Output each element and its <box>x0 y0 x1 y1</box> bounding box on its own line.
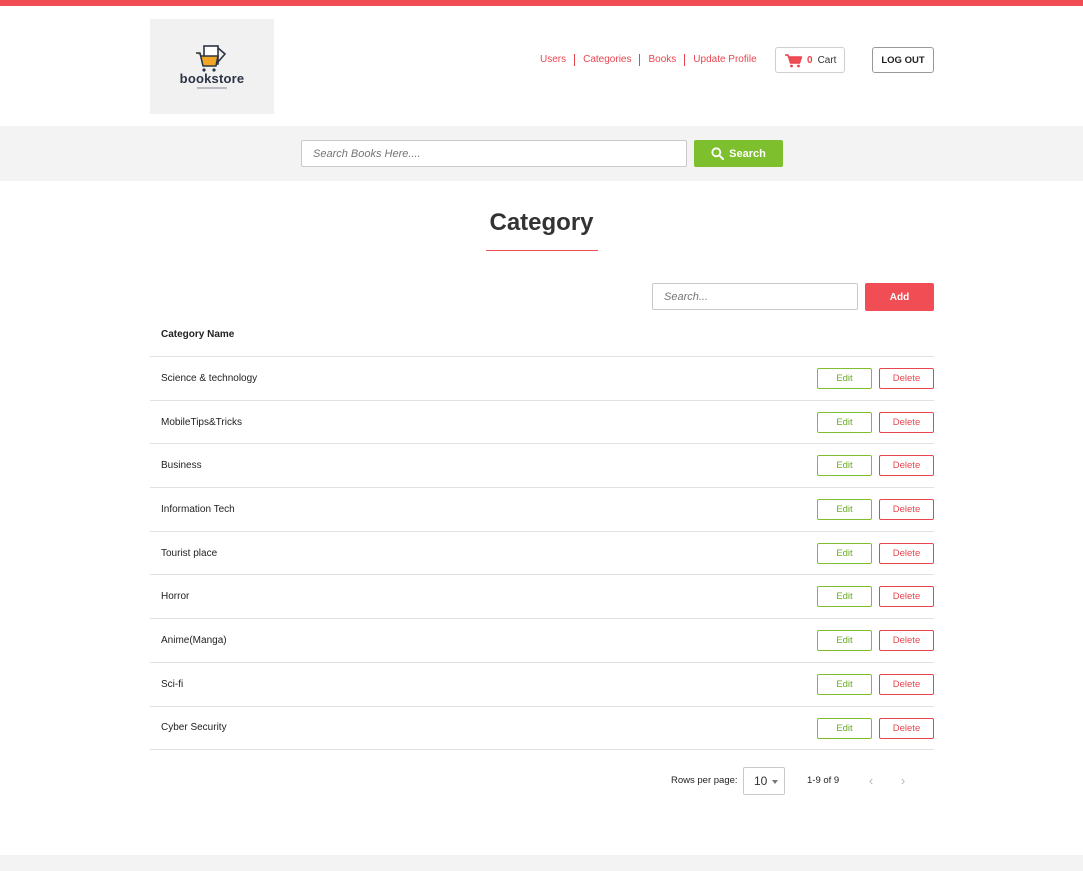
category-name-cell: Horror <box>161 591 190 603</box>
edit-button[interactable]: Edit <box>817 542 872 564</box>
title-underline <box>486 250 598 251</box>
table-row: Anime(Manga) Edit Delete <box>150 619 934 663</box>
page-title: Category <box>489 209 594 236</box>
pagination: Rows per page: 10 1-9 of 9 ‹ › <box>0 767 1083 795</box>
table-row: MobileTips&Tricks Edit Delete <box>150 401 934 445</box>
cart-icon <box>785 53 803 67</box>
delete-button[interactable]: Delete <box>879 499 934 521</box>
delete-button[interactable]: Delete <box>879 542 934 564</box>
edit-button[interactable]: Edit <box>817 717 872 739</box>
edit-button[interactable]: Edit <box>817 673 872 695</box>
add-category-button[interactable]: Add <box>865 283 934 311</box>
delete-button[interactable]: Delete <box>879 368 934 389</box>
category-name-cell: Anime(Manga) <box>161 634 227 646</box>
edit-button[interactable]: Edit <box>817 586 872 608</box>
table-row: Horror Edit Delete <box>150 575 934 620</box>
edit-button[interactable]: Edit <box>817 411 872 433</box>
table-row: Cyber Security Edit Delete <box>150 707 934 751</box>
delete-button[interactable]: Delete <box>879 455 934 477</box>
category-name-cell: MobileTips&Tricks <box>161 416 242 428</box>
cart-count: 0 <box>807 54 813 66</box>
chevron-left-icon[interactable]: ‹ <box>864 773 878 789</box>
category-name-cell: Business <box>161 460 202 472</box>
edit-button[interactable]: Edit <box>817 499 872 521</box>
logout-button[interactable]: LOG OUT <box>872 47 934 73</box>
category-filter-input[interactable] <box>652 283 858 310</box>
rows-per-page-label: Rows per page: <box>671 775 738 786</box>
main-nav: Users Categories Books Update Profile <box>532 53 765 67</box>
table-row: Information Tech Edit Delete <box>150 488 934 532</box>
category-name-cell: Tourist place <box>161 547 218 559</box>
search-bar: Search <box>0 126 1083 181</box>
table-row: Science & technology Edit Delete <box>150 357 934 401</box>
logo[interactable]: bookstore <box>150 19 274 114</box>
search-button[interactable]: Search <box>694 140 783 167</box>
cart-label: Cart <box>817 54 837 66</box>
category-name-cell: Sci-fi <box>161 678 184 690</box>
delete-button[interactable]: Delete <box>879 586 934 608</box>
category-name-cell: Science & technology <box>161 372 258 384</box>
logo-tagline-line <box>197 87 227 89</box>
category-name-cell: Information Tech <box>161 503 235 515</box>
cart-button[interactable]: 0 Cart <box>775 47 845 73</box>
category-table: Category Name Science & technology Edit De… <box>150 313 934 751</box>
column-header-category-name: Category Name <box>161 329 235 340</box>
nav-link-categories[interactable]: Categories <box>574 54 639 66</box>
footer <box>0 855 1083 871</box>
delete-button[interactable]: Delete <box>879 411 934 433</box>
nav-link-books[interactable]: Books <box>639 54 684 66</box>
edit-button[interactable]: Edit <box>817 630 872 652</box>
table-row: Business Edit Delete <box>150 444 934 489</box>
header: bookstore Users Categories Books Update … <box>0 6 1083 126</box>
table-row: Sci-fi Edit Delete <box>150 663 934 707</box>
rows-per-page-value: 10 <box>754 774 768 788</box>
page-range: 1-9 of 9 <box>807 775 840 786</box>
nav-link-update-profile[interactable]: Update Profile <box>684 54 764 66</box>
delete-button[interactable]: Delete <box>879 673 934 695</box>
book-search-input[interactable] <box>301 140 687 167</box>
search-button-label: Search <box>729 147 766 160</box>
nav-link-users[interactable]: Users <box>532 54 574 66</box>
table-header: Category Name <box>150 313 934 357</box>
search-icon <box>711 147 725 160</box>
bookstore-logo-icon <box>196 45 227 72</box>
edit-button[interactable]: Edit <box>817 455 872 477</box>
chevron-right-icon[interactable]: › <box>896 773 910 789</box>
delete-button[interactable]: Delete <box>879 630 934 652</box>
delete-button[interactable]: Delete <box>879 717 934 739</box>
category-name-cell: Cyber Security <box>161 722 227 734</box>
table-body: Science & technology Edit Delete MobileTips… <box>150 357 934 751</box>
table-row: Tourist place Edit Delete <box>150 532 934 576</box>
rows-per-page-select[interactable]: 10 <box>743 767 785 795</box>
edit-button[interactable]: Edit <box>817 368 872 389</box>
logo-text: bookstore <box>179 71 245 86</box>
caret-down-icon <box>772 780 778 784</box>
